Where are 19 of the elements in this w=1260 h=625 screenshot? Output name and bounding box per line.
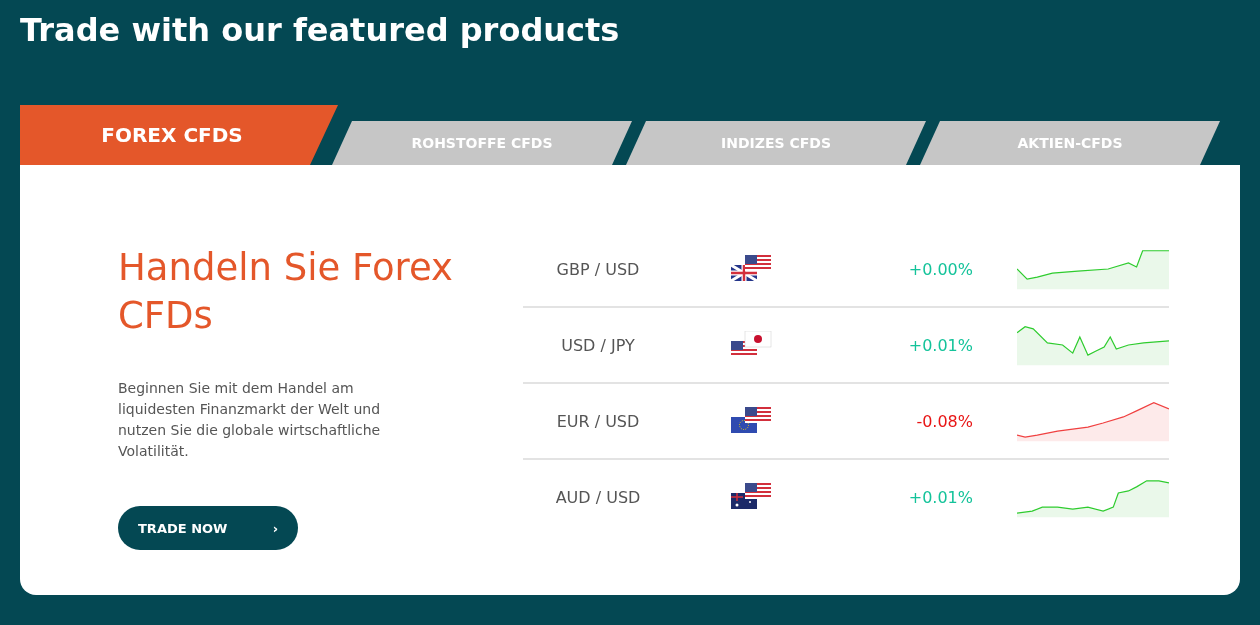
change-percent: +0.01% xyxy=(907,487,974,507)
page-heading: Trade with our featured products xyxy=(20,10,621,51)
change-percent: -0.08% xyxy=(915,411,974,431)
flags-icon xyxy=(731,483,773,511)
currency-pair: USD / JPY xyxy=(560,335,636,355)
flags-icon xyxy=(731,255,773,283)
change-percent: +0.00% xyxy=(907,259,974,279)
category-tab[interactable]: INDIZES CFDS xyxy=(626,121,926,165)
trade-now-button[interactable]: TRADE NOW › xyxy=(118,506,298,550)
category-tab[interactable]: ROHSTOFFE CFDS xyxy=(332,121,632,165)
currency-pair: AUD / USD xyxy=(554,487,642,507)
currency-pair: EUR / USD xyxy=(555,411,641,431)
panel-description: Beginnen Sie mit dem Handel am liquidesten Finanzmarkt der Welt und nutzen Sie die globale wirtschaftliche Volatilität. xyxy=(118,379,382,461)
currency-pair: GBP / USD xyxy=(555,259,641,279)
category-tab[interactable]: AKTIEN-CFDS xyxy=(920,121,1220,165)
flags-icon xyxy=(731,407,773,435)
change-percent: +0.01% xyxy=(907,335,974,355)
panel-title: Handeln Sie Forex CFDs xyxy=(118,245,454,339)
category-tab[interactable]: FOREX CFDS xyxy=(20,105,338,165)
